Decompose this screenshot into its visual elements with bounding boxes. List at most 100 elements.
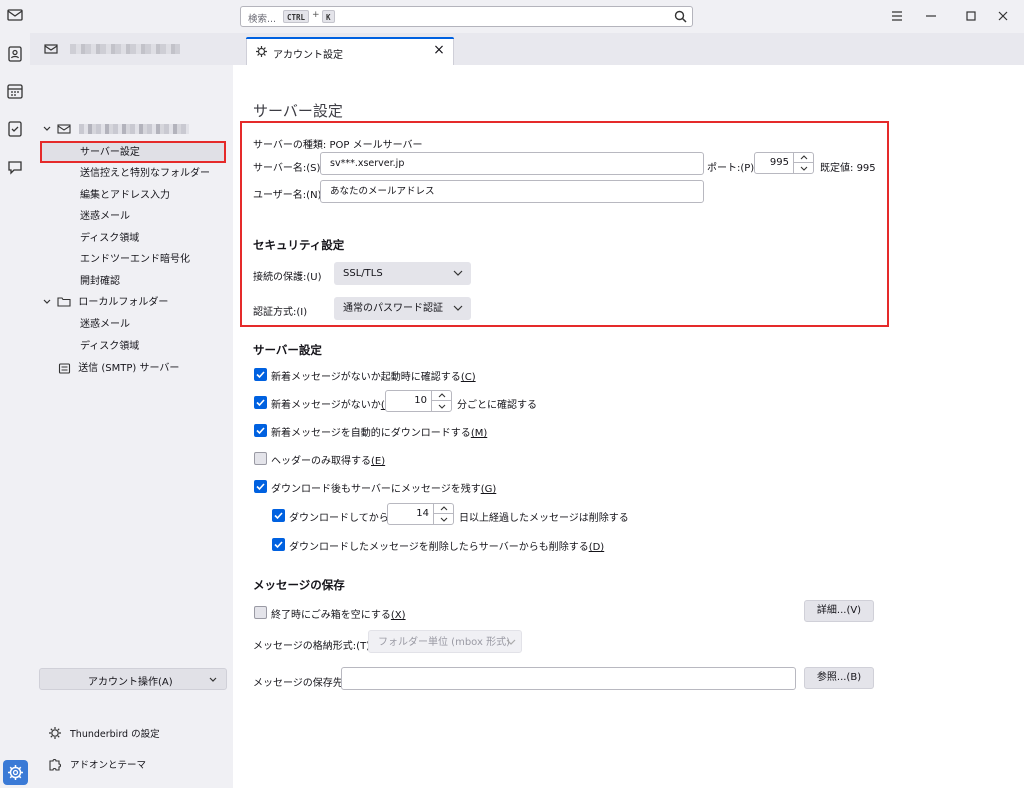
check-interval-arrows[interactable] [431, 391, 451, 411]
server-type-label: サーバーの種類: [253, 140, 327, 151]
delete-after-days-stepper[interactable]: 14 [387, 503, 454, 525]
minimize-button[interactable] [920, 5, 942, 27]
server-name-label: サーバー名:(S) [253, 163, 321, 174]
chevron-down-icon[interactable] [432, 401, 451, 411]
tab-account-settings[interactable]: アカウント設定 × [246, 37, 454, 65]
headers-only-key: (E) [371, 456, 386, 467]
connection-security-select[interactable]: SSL/TLS [334, 262, 471, 285]
delete-when-deleted-key: (D) [588, 542, 605, 553]
sidebar-item-smtp[interactable]: 送信 (SMTP) サーバー [58, 359, 179, 379]
check-every-checkbox[interactable] [254, 396, 267, 409]
sidebar-item-e2e-encryption[interactable]: エンドツーエンド暗号化 [80, 250, 190, 270]
delete-when-deleted-label[interactable]: ダウンロードしたメッセージを削除したらサーバーからも削除する(D) [289, 538, 604, 553]
search-icon[interactable] [674, 10, 687, 23]
tab-close-icon[interactable]: × [431, 42, 447, 58]
tasks-icon[interactable] [5, 119, 25, 139]
sidebar-item-server-settings[interactable]: サーバー設定 [40, 141, 226, 163]
settings-space-button[interactable] [3, 760, 28, 785]
auth-method-label: 認証方式:(I) [253, 307, 308, 318]
browse-button[interactable]: 参照...(B) [804, 667, 874, 689]
chevron-up-icon[interactable] [432, 391, 451, 401]
account-actions-button[interactable]: アカウント操作(A) [39, 668, 227, 690]
account-tree-pane: サーバー設定 送信控えと特別なフォルダー 編集とアドレス入力 迷惑メール ディス… [34, 65, 232, 788]
sidebar-item-disk-space[interactable]: ディスク領域 [80, 229, 139, 249]
delete-when-deleted-checkbox[interactable] [272, 538, 285, 551]
menu-icon[interactable] [886, 5, 908, 27]
advanced-button[interactable]: 詳細...(V) [804, 600, 874, 622]
auto-download-checkbox[interactable] [254, 424, 267, 437]
sidebar-item-copies-folders[interactable]: 送信控えと特別なフォルダー [80, 164, 210, 184]
spaces-toolbar [0, 9, 30, 788]
address-book-icon[interactable] [5, 44, 25, 64]
thunderbird-settings-label: Thunderbird の設定 [70, 729, 160, 740]
close-window-button[interactable] [992, 5, 1014, 27]
check-startup-checkbox[interactable] [254, 368, 267, 381]
empty-trash-label[interactable]: 終了時にごみ箱を空にする(X) [271, 606, 406, 621]
tab-mail[interactable] [34, 37, 234, 65]
sidebar-item-local-disk-space[interactable]: ディスク領域 [80, 337, 139, 357]
port-value: 995 [769, 157, 789, 168]
smtp-label: 送信 (SMTP) サーバー [78, 363, 180, 374]
username-label: ユーザー名:(N) [253, 190, 322, 201]
check-startup-text: 新着メッセージがないか起動時に確認する [271, 372, 461, 383]
username-field[interactable]: あなたのメールアドレス [320, 180, 704, 203]
puzzle-icon [49, 759, 61, 771]
account-row[interactable] [42, 120, 190, 140]
auth-method-select[interactable]: 通常のパスワード認証 [334, 297, 471, 320]
sidebar-item-return-receipts[interactable]: 開封確認 [80, 272, 120, 292]
delete-after-checkbox[interactable] [272, 509, 285, 522]
leave-on-server-checkbox[interactable] [254, 480, 267, 493]
mail-space-icon[interactable] [5, 5, 25, 25]
leave-on-server-text: ダウンロード後もサーバーにメッセージを残す [271, 484, 481, 495]
chevron-down-icon[interactable] [42, 124, 55, 135]
headers-only-label[interactable]: ヘッダーのみ取得する(E) [271, 452, 385, 467]
server-settings-panel: サーバー設定 サーバーの種類: POP メールサーバー サーバー名:(S) sv… [233, 65, 1024, 788]
chat-icon[interactable] [5, 157, 25, 177]
local-folders-row[interactable]: ローカルフォルダー [42, 293, 168, 313]
port-stepper[interactable]: 995 [754, 152, 814, 174]
shortcut-plus: + [312, 10, 320, 20]
check-startup-label[interactable]: 新着メッセージがないか起動時に確認する(C) [271, 368, 476, 383]
outgoing-server-icon [58, 362, 71, 374]
leave-on-server-key: (G) [480, 484, 497, 495]
blurred-account-name [70, 44, 180, 54]
addons-label: アドオンとテーマ [70, 760, 147, 771]
shortcut-key: K [322, 10, 335, 23]
auth-method-value: 通常のパスワード認証 [343, 303, 443, 314]
auto-download-label[interactable]: 新着メッセージを自動的にダウンロードする(M) [271, 424, 487, 439]
check-interval-stepper[interactable]: 10 [385, 390, 452, 412]
check-every-label[interactable]: 新着メッセージがないか(Y) [271, 396, 395, 411]
chevron-down-icon[interactable] [794, 163, 813, 173]
default-port-value: 995 [856, 163, 876, 174]
maximize-button[interactable] [960, 5, 982, 27]
delete-after-days-arrows[interactable] [433, 504, 453, 524]
tab-account-label: アカウント設定 [273, 50, 343, 61]
chevron-down-icon [453, 305, 463, 311]
search-input[interactable]: 検索... CTRL + K [240, 6, 693, 27]
chevron-down-icon[interactable] [434, 514, 453, 524]
auto-download-text: 新着メッセージを自動的にダウンロードする [271, 428, 471, 439]
server-name-field[interactable]: sv***.xserver.jp [320, 152, 704, 175]
tab-strip: アカウント設定 × [30, 33, 1024, 65]
chevron-down-icon[interactable] [42, 297, 55, 308]
chevron-up-icon[interactable] [794, 153, 813, 163]
port-stepper-arrows[interactable] [793, 153, 813, 173]
default-port-label: 既定値: [820, 163, 854, 174]
sidebar-item-local-junk[interactable]: 迷惑メール [80, 315, 130, 335]
chevron-up-icon[interactable] [434, 504, 453, 514]
calendar-icon[interactable] [5, 81, 25, 101]
delete-when-deleted-text: ダウンロードしたメッセージを削除したらサーバーからも削除する [289, 542, 589, 553]
sidebar-item-junk[interactable]: 迷惑メール [80, 207, 130, 227]
chevron-down-icon [209, 677, 217, 682]
sidebar-item-composition[interactable]: 編集とアドレス入力 [80, 186, 170, 206]
empty-trash-checkbox[interactable] [254, 606, 267, 619]
headers-only-checkbox[interactable] [254, 452, 267, 465]
check-interval-suffix: 分ごとに確認する [457, 400, 537, 411]
gear-icon [8, 765, 23, 780]
leave-on-server-label[interactable]: ダウンロード後もサーバーにメッセージを残す(G) [271, 480, 496, 495]
headers-only-text: ヘッダーのみ取得する [271, 456, 371, 467]
local-directory-field[interactable] [341, 667, 796, 690]
security-heading: セキュリティ設定 [253, 238, 345, 252]
gear-icon [256, 46, 267, 57]
delete-after-suffix: 日以上経過したメッセージは削除する [459, 513, 629, 524]
